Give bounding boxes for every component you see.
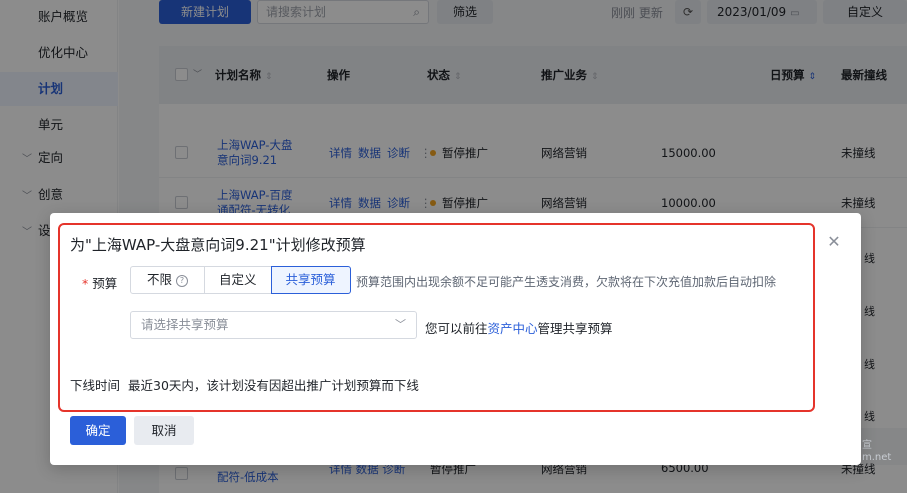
cancel-button[interactable]: 取消: [134, 416, 194, 445]
watermark: 宣 m.net: [862, 440, 892, 463]
budget-option-shared[interactable]: 共享预算: [270, 266, 351, 294]
close-icon[interactable]: ✕: [825, 233, 843, 251]
highlight-box: [58, 223, 815, 412]
confirm-button[interactable]: 确定: [70, 416, 126, 445]
